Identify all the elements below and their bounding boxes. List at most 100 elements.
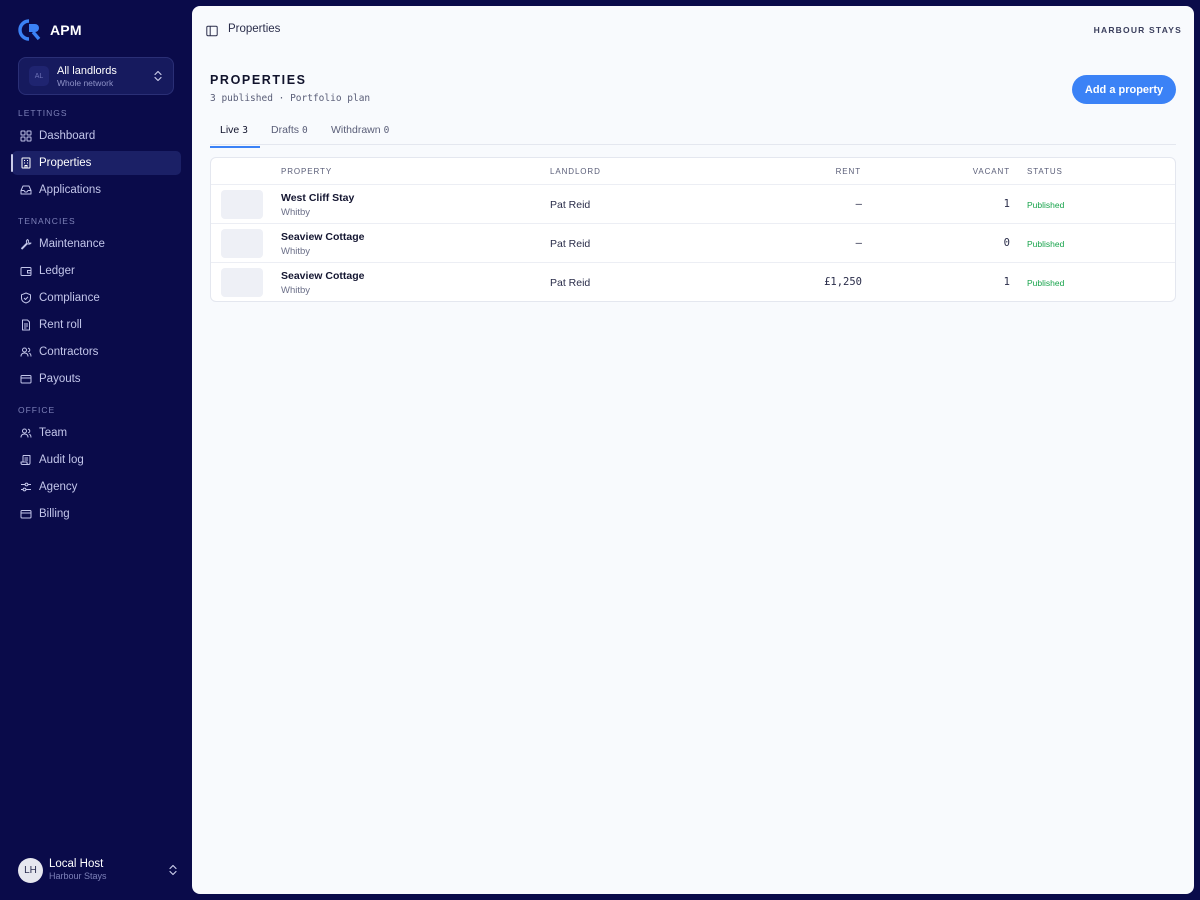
add-property-button[interactable]: Add a property bbox=[1072, 75, 1176, 104]
column-header-property[interactable]: PROPERTY bbox=[281, 167, 332, 176]
tab-withdrawn[interactable]: Withdrawn 0 bbox=[331, 124, 389, 147]
sidebar-item-contractors[interactable]: Contractors bbox=[12, 340, 181, 364]
brand-name: APM bbox=[50, 22, 82, 38]
tab-count: 0 bbox=[383, 125, 390, 136]
user-text: Local Host Harbour Stays bbox=[49, 858, 162, 882]
sidebar-item-team[interactable]: Team bbox=[12, 421, 181, 445]
landlord-name: Pat Reid bbox=[550, 238, 591, 250]
sidebar-item-label: Rent roll bbox=[39, 319, 82, 331]
wrench-icon bbox=[21, 239, 32, 250]
section-label-office: OFFICE bbox=[18, 405, 56, 415]
sidebar-item-agency[interactable]: Agency bbox=[12, 475, 181, 499]
sidebar-item-label: Maintenance bbox=[39, 238, 105, 250]
avatar: LH bbox=[18, 857, 43, 883]
table-row[interactable]: West Cliff Stay Whitby Pat Reid — 1 Publ… bbox=[211, 185, 1175, 224]
properties-table: PROPERTY LANDLORD RENT VACANT STATUS Wes… bbox=[210, 157, 1176, 302]
property-location: Whitby bbox=[281, 246, 311, 257]
page-subtitle: 3 published · Portfolio plan bbox=[210, 93, 371, 104]
users-icon bbox=[20, 428, 32, 438]
sidebar-item-audit-log[interactable]: Audit log bbox=[12, 448, 181, 472]
landlord-name: Pat Reid bbox=[550, 277, 591, 289]
tab-label: Drafts bbox=[271, 124, 300, 136]
sidebar-item-label: Applications bbox=[39, 184, 102, 196]
sidebar-item-label: Agency bbox=[39, 481, 78, 493]
rent-value: £1,250 bbox=[824, 276, 862, 288]
sidebar-item-label: Contractors bbox=[39, 346, 99, 358]
landlord-name: Pat Reid bbox=[550, 199, 591, 211]
switcher-subtitle: Whole network bbox=[57, 77, 114, 88]
table-row[interactable]: Seaview Cottage Whitby Pat Reid — 0 Publ… bbox=[211, 224, 1175, 263]
status-badge: Published bbox=[1027, 278, 1065, 288]
sidebar-item-maintenance[interactable]: Maintenance bbox=[12, 232, 181, 256]
sidebar-toggle-icon[interactable] bbox=[206, 25, 218, 37]
property-name: Seaview Cottage bbox=[281, 231, 365, 243]
property-thumbnail bbox=[221, 190, 263, 219]
sliders-icon bbox=[21, 482, 31, 492]
sidebar-item-label: Properties bbox=[39, 157, 92, 169]
property-location: Whitby bbox=[281, 285, 311, 296]
scroll-icon bbox=[20, 455, 31, 465]
table-row[interactable]: Seaview Cottage Whitby Pat Reid £1,250 1… bbox=[211, 263, 1175, 302]
card-icon bbox=[20, 375, 32, 384]
shield-icon bbox=[21, 292, 31, 304]
sidebar-item-billing[interactable]: Billing bbox=[12, 502, 181, 526]
landlord-switcher[interactable]: AL All landlords Whole network bbox=[18, 57, 174, 95]
page-title: PROPERTIES bbox=[210, 73, 307, 87]
sidebar-item-label: Ledger bbox=[39, 265, 75, 277]
status-badge: Published bbox=[1027, 239, 1065, 249]
sidebar-item-dashboard[interactable]: Dashboard bbox=[12, 124, 181, 148]
tab-label: Live bbox=[220, 124, 240, 136]
vacant-count: 1 bbox=[1003, 276, 1010, 288]
tab-drafts[interactable]: Drafts 0 bbox=[271, 124, 308, 147]
property-name: West Cliff Stay bbox=[281, 192, 355, 204]
tab-bar: Live 3 Drafts 0 Withdrawn 0 bbox=[210, 122, 1176, 148]
chevron-up-down-icon bbox=[154, 70, 162, 82]
grid-icon bbox=[20, 130, 32, 142]
apm-logo-icon bbox=[18, 19, 41, 41]
column-header-rent[interactable]: RENT bbox=[836, 167, 861, 176]
sidebar-item-label: Dashboard bbox=[39, 130, 96, 142]
section-label-lettings: LETTINGS bbox=[18, 108, 68, 118]
switcher-avatar: AL bbox=[29, 66, 49, 86]
inbox-icon bbox=[20, 185, 32, 195]
sidebar-item-payouts[interactable]: Payouts bbox=[12, 367, 181, 391]
document-icon bbox=[22, 319, 30, 331]
sidebar-item-label: Payouts bbox=[39, 373, 81, 385]
property-thumbnail bbox=[221, 229, 263, 258]
tab-count: 3 bbox=[242, 125, 248, 136]
brand[interactable]: APM bbox=[18, 19, 82, 41]
topbar: Properties HARBOUR STAYS bbox=[192, 6, 1194, 54]
column-header-vacant[interactable]: VACANT bbox=[973, 167, 1010, 176]
sidebar-item-label: Compliance bbox=[39, 292, 100, 304]
tab-label: Withdrawn bbox=[331, 124, 381, 136]
sidebar-item-applications[interactable]: Applications bbox=[12, 178, 181, 202]
sidebar-item-label: Billing bbox=[39, 508, 70, 520]
tab-count: 0 bbox=[302, 125, 308, 136]
tab-live[interactable]: Live 3 bbox=[210, 124, 260, 148]
chevron-up-down-icon bbox=[169, 864, 177, 876]
vacant-count: 1 bbox=[1003, 198, 1010, 210]
sidebar-item-rent-roll[interactable]: Rent roll bbox=[12, 313, 181, 337]
sidebar-item-ledger[interactable]: Ledger bbox=[12, 259, 181, 283]
user-name: Local Host bbox=[49, 858, 104, 870]
column-header-landlord[interactable]: LANDLORD bbox=[550, 167, 601, 176]
sidebar-item-compliance[interactable]: Compliance bbox=[12, 286, 181, 310]
building-icon bbox=[21, 157, 31, 169]
user-org: Harbour Stays bbox=[49, 871, 107, 881]
vacant-count: 0 bbox=[1003, 237, 1010, 249]
user-menu[interactable]: LH Local Host Harbour Stays bbox=[18, 857, 178, 883]
sidebar-item-label: Team bbox=[39, 427, 68, 439]
rent-value: — bbox=[855, 198, 862, 210]
column-header-status[interactable]: STATUS bbox=[1027, 167, 1063, 176]
section-label-tenancies: TENANCIES bbox=[18, 216, 76, 226]
switcher-title: All landlords bbox=[57, 64, 117, 77]
breadcrumb: Properties bbox=[228, 23, 281, 35]
org-name: HARBOUR STAYS bbox=[1093, 25, 1182, 35]
rent-value: — bbox=[855, 237, 862, 249]
status-badge: Published bbox=[1027, 200, 1065, 210]
sidebar-item-properties[interactable]: Properties bbox=[11, 151, 181, 175]
users-icon bbox=[20, 347, 32, 357]
wallet-icon bbox=[20, 267, 32, 276]
table-header: PROPERTY LANDLORD RENT VACANT STATUS bbox=[211, 158, 1175, 185]
property-name: Seaview Cottage bbox=[281, 270, 365, 282]
